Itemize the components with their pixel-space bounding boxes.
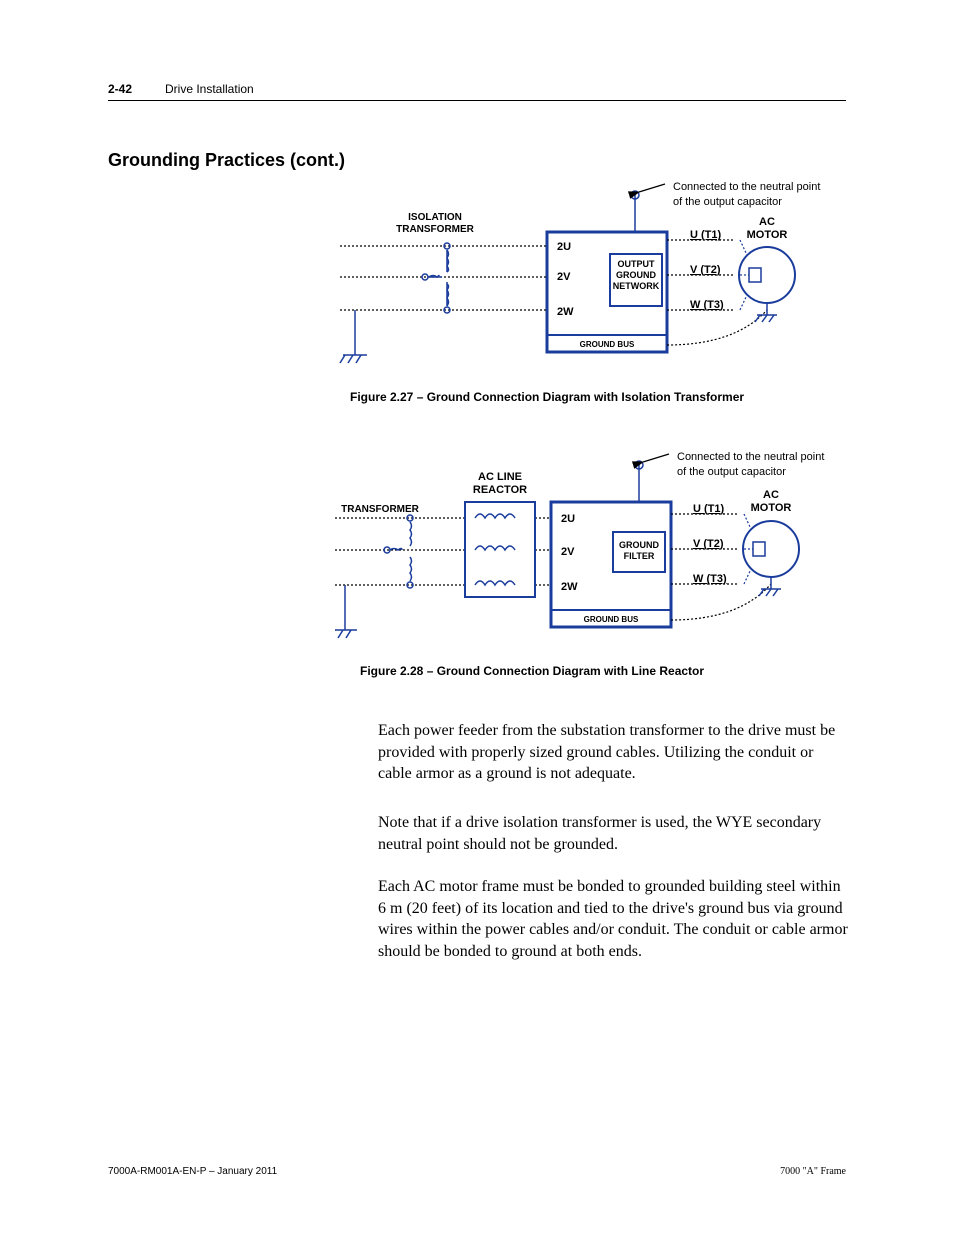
svg-text:V (T2): V (T2) <box>690 264 721 276</box>
svg-text:GROUND BUS: GROUND BUS <box>580 340 635 349</box>
svg-text:NETWORK: NETWORK <box>613 281 660 291</box>
svg-text:2W: 2W <box>561 581 578 593</box>
svg-text:2V: 2V <box>561 546 575 558</box>
svg-text:AC: AC <box>759 216 775 228</box>
svg-text:MOTOR: MOTOR <box>751 502 792 514</box>
svg-text:V (T2): V (T2) <box>693 538 724 550</box>
page-number: 2-42 <box>108 82 132 96</box>
svg-text:U (T1): U (T1) <box>693 503 725 515</box>
svg-text:2U: 2U <box>557 241 571 253</box>
svg-text:2V: 2V <box>557 271 571 283</box>
figure-227-caption: Figure 2.27 – Ground Connection Diagram … <box>350 390 744 404</box>
svg-text:Connected to the neutral point: Connected to the neutral point <box>677 451 824 463</box>
paragraph-1: Each power feeder from the substation tr… <box>378 720 848 785</box>
svg-text:AC LINE: AC LINE <box>478 471 522 483</box>
chapter-title: Drive Installation <box>165 82 254 96</box>
svg-text:GROUND: GROUND <box>619 540 659 550</box>
paragraph-2: Note that if a drive isolation transform… <box>378 812 848 855</box>
figure-228-diagram: GROUND FILTER GROUND BUS 2U 2V 2W AC LIN… <box>335 450 855 660</box>
footer-doc-id: 7000A-RM001A-EN-P – January 2011 <box>108 1166 277 1177</box>
svg-text:REACTOR: REACTOR <box>473 484 527 496</box>
svg-text:W (T3): W (T3) <box>693 573 727 585</box>
svg-text:FILTER: FILTER <box>624 551 655 561</box>
svg-text:U (T1): U (T1) <box>690 229 722 241</box>
figure-227-diagram: OUTPUT GROUND NETWORK GROUND BUS 2U 2V 2… <box>335 180 855 380</box>
footer-frame: 7000 "A" Frame <box>780 1166 846 1177</box>
svg-text:AC: AC <box>763 489 779 501</box>
paragraph-3: Each AC motor frame must be bonded to gr… <box>378 876 848 962</box>
svg-text:TRANSFORMER: TRANSFORMER <box>396 224 475 235</box>
svg-text:MOTOR: MOTOR <box>747 229 788 241</box>
svg-text:W (T3): W (T3) <box>690 299 724 311</box>
svg-text:of the output capacitor: of the output capacitor <box>677 466 786 478</box>
header-divider <box>108 100 846 101</box>
svg-text:2U: 2U <box>561 513 575 525</box>
figure-228-caption: Figure 2.28 – Ground Connection Diagram … <box>360 664 704 678</box>
svg-text:OUTPUT: OUTPUT <box>618 259 656 269</box>
svg-text:TRANSFORMER: TRANSFORMER <box>341 504 420 515</box>
svg-text:ISOLATION: ISOLATION <box>408 212 462 223</box>
svg-text:of the output capacitor: of the output capacitor <box>673 196 782 208</box>
svg-text:Connected to the neutral point: Connected to the neutral point <box>673 181 820 193</box>
section-heading: Grounding Practices (cont.) <box>108 150 345 171</box>
svg-text:2W: 2W <box>557 306 574 318</box>
svg-text:GROUND: GROUND <box>616 270 656 280</box>
svg-text:GROUND BUS: GROUND BUS <box>584 615 639 624</box>
